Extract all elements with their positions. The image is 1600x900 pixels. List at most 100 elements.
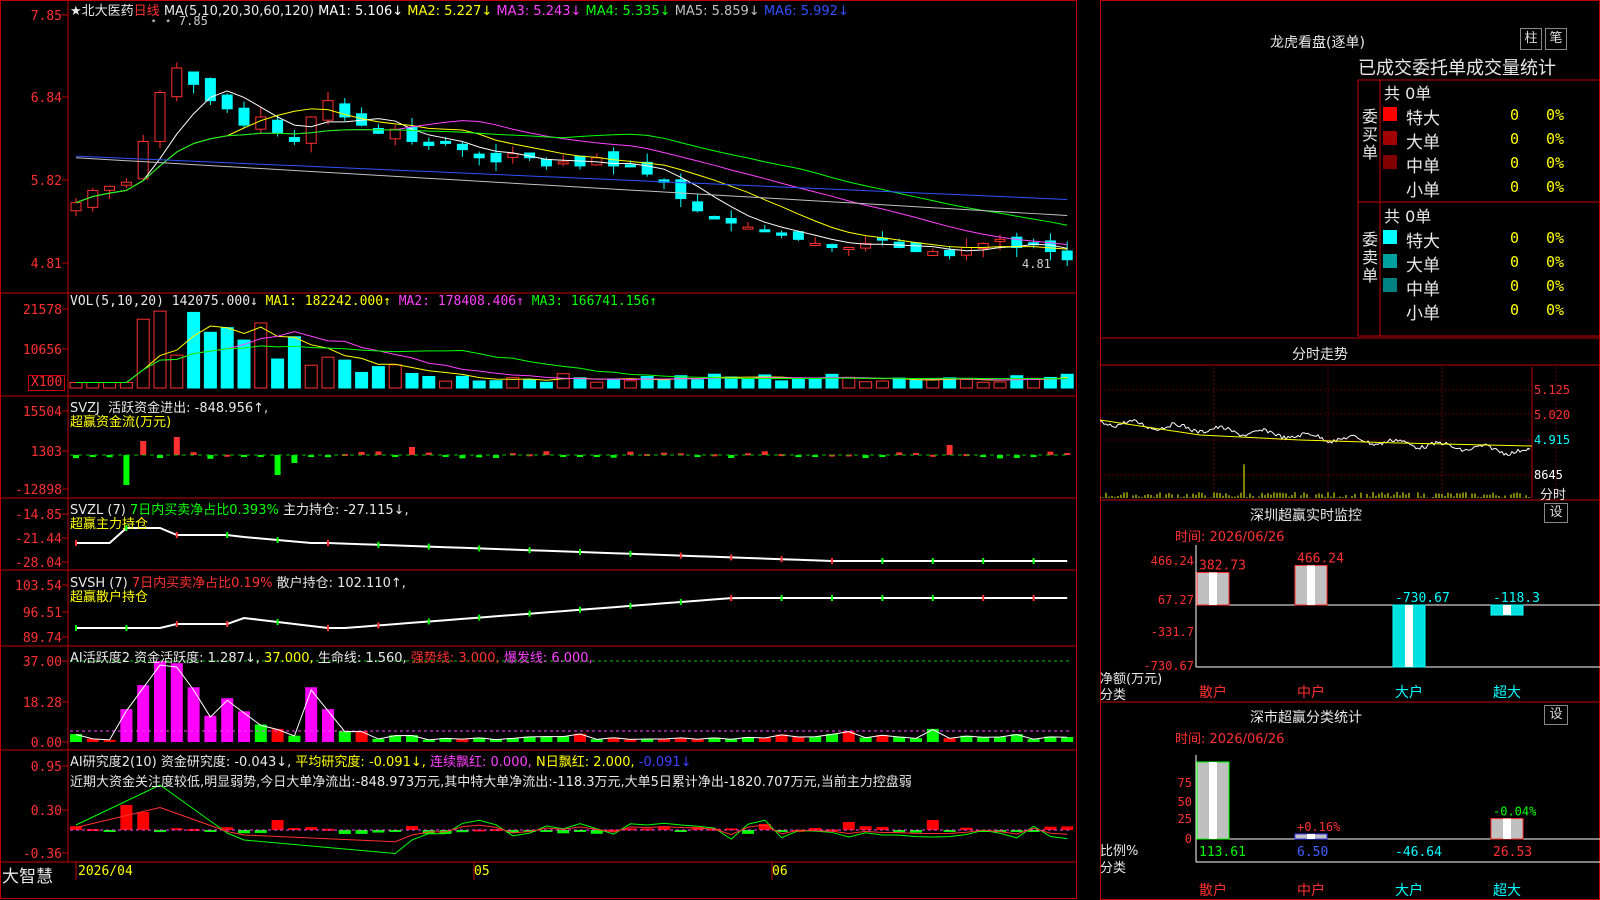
- candle-22: [440, 140, 452, 144]
- ma-labels: MA1: 5.106↓ MA2: 5.227↓ MA3: 5.243↓ MA4:…: [318, 4, 849, 19]
- candle-12: [272, 119, 284, 134]
- vol-bar-21: [422, 375, 436, 389]
- ai1-bar-54: [977, 736, 990, 742]
- candle-34: [641, 161, 653, 175]
- candle-13: [288, 137, 300, 142]
- vol-ma-labels: MA1: 182242.000↑ MA2: 178408.406↑ MA3: 1…: [266, 294, 657, 309]
- svzl-tick-57: [1032, 558, 1035, 564]
- candle-53: [960, 247, 972, 256]
- vol-value: 142075.000↓: [171, 294, 258, 309]
- svzl-tick-12: [276, 537, 279, 543]
- vol-bar-7: [187, 311, 201, 389]
- svzl-tick-15: [327, 540, 329, 546]
- vol-bar-42: [775, 380, 789, 389]
- sell-row-value-0: 0: [1510, 229, 1520, 247]
- vol-bar-55: [993, 381, 1007, 389]
- candle-23: [456, 143, 468, 151]
- vol-bar-9: [220, 327, 234, 389]
- svzl-tick-39: [730, 554, 733, 561]
- stock-name[interactable]: ★北大医药: [70, 4, 134, 19]
- vol-bar-19: [388, 364, 402, 389]
- ai1-bar-59: [1061, 737, 1074, 742]
- vol-bar-49: [892, 377, 906, 389]
- ai1-bar-7: [187, 687, 200, 742]
- buy-row-value-0: 0: [1510, 106, 1520, 124]
- candle-11: [255, 116, 267, 130]
- ai2-bar-17: [355, 830, 368, 834]
- sell-row-value-3: 0: [1510, 301, 1520, 319]
- svzl-tick-30: [579, 549, 581, 555]
- vol-bar-14: [304, 364, 318, 389]
- vol-bar-47: [859, 381, 873, 389]
- candle-24: [473, 153, 485, 159]
- candle-19: [389, 128, 401, 140]
- svzl-tick-21: [427, 543, 430, 550]
- candle-3: [120, 181, 132, 186]
- stats-cat-2: 大户: [1395, 882, 1423, 899]
- stats-bar-label-2: -46.64: [1395, 845, 1442, 860]
- price-tick-1: 6.84: [31, 91, 62, 106]
- svzl-tick-48: [881, 558, 884, 564]
- stats-ytick-2: 25: [1178, 812, 1192, 826]
- tick-view-button[interactable]: 笔: [1545, 28, 1567, 50]
- price-tick-3: 4.81: [31, 257, 62, 272]
- vol-bar-40: [741, 378, 755, 389]
- stats-ytick-0: 75: [1178, 776, 1192, 790]
- vol-bar-43: [791, 378, 805, 389]
- ai1-bar-5: [154, 661, 166, 742]
- stats-settings-button[interactable]: 设: [1544, 705, 1568, 725]
- high-price-value: 7.85: [178, 14, 208, 28]
- ai2-header: AI研究度2(10) 资金研究度: -0.043↓, 平均研究度: -0.091…: [70, 751, 692, 770]
- svzl-tick-9: [226, 532, 229, 538]
- buy-swatch-2: [1383, 155, 1397, 169]
- sell-row-pct-0: 0%: [1546, 229, 1565, 247]
- ai2-nred: N日飘红: 2.000,: [536, 755, 635, 770]
- svzl-tick-33: [629, 550, 632, 557]
- svzj-bar-6: [173, 437, 180, 455]
- vol-unit[interactable]: X100: [28, 375, 66, 391]
- svzl-tick-27: [528, 547, 531, 554]
- ai1-bar-13: [288, 735, 301, 742]
- svzj-bar-18: [375, 451, 382, 455]
- vol-bar-16: [338, 359, 352, 389]
- svsh-tick-12: [276, 619, 279, 625]
- buy-row-pct-0: 0%: [1546, 106, 1565, 124]
- intraday-chart: [1100, 367, 1557, 498]
- svsh-tick-0: [75, 625, 77, 631]
- svsh-tick-51: [931, 595, 934, 601]
- buy-swatch-0: [1383, 107, 1397, 121]
- vol-bar-31: [590, 381, 604, 389]
- svsh-subtitle: 超赢散户持仓: [70, 590, 149, 605]
- buy-row-value-2: 0: [1510, 154, 1520, 172]
- ai2-value: 资金研究度: -0.043↓,: [160, 755, 292, 770]
- svzl-value: 主力持仓: -27.115↓,: [282, 503, 409, 518]
- svzj-bar-52: [946, 445, 953, 455]
- svsh-tick-6: [175, 621, 178, 627]
- monitor-bar-label-0: 382.73: [1199, 559, 1246, 574]
- sell-row-label-2: 中单: [1406, 280, 1440, 300]
- svsh-tick-33: [629, 602, 632, 609]
- stats-time: 时间: 2026/06/26: [1175, 732, 1285, 747]
- stats-bar-hl-3: [1503, 818, 1511, 839]
- chart-area[interactable]: 7.85 6.84 5.82 4.81 21578 10656 15504 1303 -1289…: [0, 0, 1100, 900]
- intraday-vol-tick: 8645: [1534, 468, 1563, 482]
- monitor-bar-hl-1: [1307, 565, 1315, 605]
- bar-view-button[interactable]: 柱: [1520, 28, 1542, 50]
- ai2-bar-51: [926, 820, 939, 830]
- ai2-bar-12: [271, 820, 284, 830]
- high-price-label: ⋆ ⋆ 7.85: [150, 14, 208, 28]
- candle-55: [994, 238, 1006, 242]
- ai1-bar-3: [120, 709, 133, 742]
- vol-title: VOL(5,10,20): [70, 294, 164, 309]
- svsh-tick-0: 103.54: [15, 579, 62, 594]
- vol-bar-20: [405, 372, 419, 389]
- svzl-tick-6: [175, 532, 178, 538]
- sell-row-pct-2: 0%: [1546, 277, 1565, 295]
- vol-bar-13: [287, 336, 301, 389]
- sell-row-pct-3: 0%: [1546, 301, 1565, 319]
- vol-bar-54: [976, 381, 990, 389]
- svzj-bar-20: [409, 447, 415, 455]
- svsh-tick-54: [982, 595, 985, 601]
- monitor-settings-button[interactable]: 设: [1544, 503, 1568, 523]
- star-marks: ⋆ ⋆: [150, 14, 172, 28]
